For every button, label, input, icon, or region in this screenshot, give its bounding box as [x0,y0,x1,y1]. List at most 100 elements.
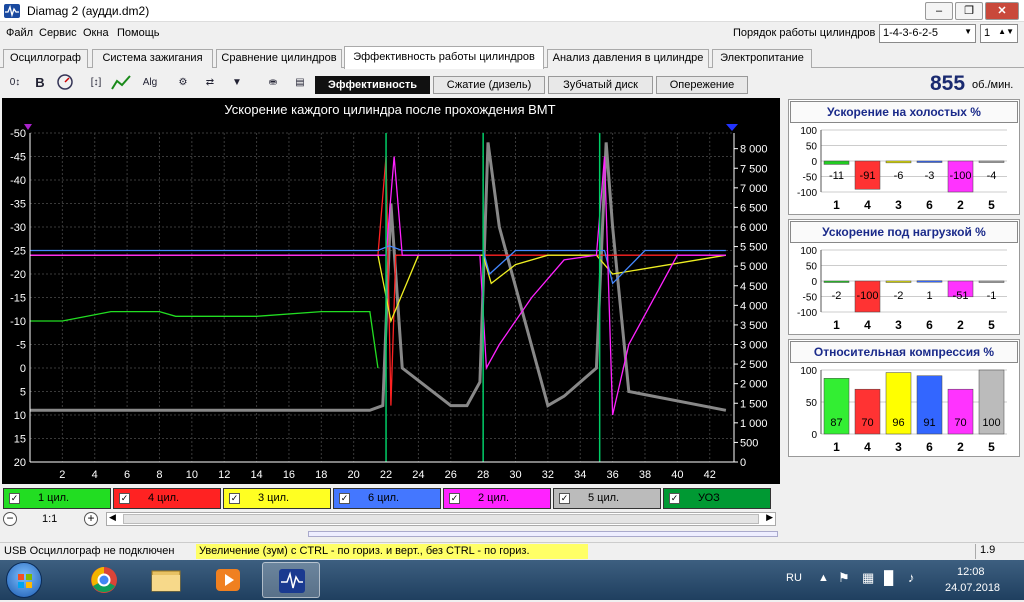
tab-ignition[interactable]: Система зажигания [92,49,213,68]
legend-checkbox[interactable]: ✓ [449,493,460,504]
right-marker-icon[interactable] [726,124,738,131]
cylinder-count-spinner[interactable]: 1 ▲▼ [980,24,1018,43]
close-button[interactable]: ✕ [985,2,1019,20]
tray-expand-icon[interactable]: ▲ [818,572,829,584]
panel-cylinder-label: 3 [895,198,902,212]
splitter[interactable] [308,531,778,537]
legend-checkbox[interactable]: ✓ [229,493,240,504]
legend-item[interactable]: ✓ 5 цил. [553,488,661,509]
panel-bar-value: -2 [832,290,842,302]
filter-icon[interactable]: ▼ [226,73,248,93]
tray-date[interactable]: 24.07.2018 [945,582,1000,594]
offset-icon[interactable]: 0↕ [4,73,26,93]
legend-item[interactable]: ✓ 2 цил. [443,488,551,509]
car-icon[interactable]: ⛂ [262,73,284,93]
distributor-icon[interactable]: ⚙ [172,73,194,93]
taskbar-explorer[interactable] [136,562,196,598]
horizontal-scrollbar[interactable]: ◀ ▶ [106,512,776,526]
subtab-advance[interactable]: Опережение [656,76,748,94]
panel-cylinder-label: 6 [926,318,933,332]
tray-flag-icon[interactable]: ⚑ [838,570,850,586]
status-bar: USB Осциллограф не подключен Увеличение … [0,542,1024,560]
rpm-icon[interactable] [54,73,76,93]
legend-item[interactable]: ✓ 1 цил. [3,488,111,509]
subtab-diesel-compression[interactable]: Сжатие (дизель) [433,76,545,94]
legend-checkbox[interactable]: ✓ [339,493,350,504]
legend-item[interactable]: ✓ 4 цил. [113,488,221,509]
cylinder-number-icon[interactable]: ⇄ [199,73,221,93]
scroll-right-icon[interactable]: ▶ [766,512,773,523]
plot-svg[interactable]: Ускорение каждого цилиндра после прохожд… [2,98,780,484]
menu-help[interactable]: Помощь [117,27,160,39]
cylinder-order-select[interactable]: 1-4-3-6-2-5 ▼ [879,24,976,43]
start-button[interactable] [6,562,42,598]
right-tick-label: 7 500 [740,163,768,175]
y-tick-label: -40 [10,175,26,187]
menu-service[interactable]: Сервис [39,27,77,39]
status-hint: Увеличение (зум) с CTRL - по гориз. и ве… [196,544,588,559]
legend-label: 4 цил. [148,492,180,504]
scroll-thumb[interactable] [123,514,759,524]
plot-grid [30,132,734,463]
algorithm-icon[interactable]: Alg [139,73,161,93]
menu-windows[interactable]: Окна [83,27,109,39]
tab-cylinder-compare[interactable]: Сравнение цилиндров [216,49,342,68]
taskbar-chrome[interactable] [74,562,134,598]
tray-time[interactable]: 12:08 [957,566,985,578]
chart-10-icon[interactable]: ▤ [289,73,311,93]
tab-power-supply[interactable]: Электропитание [712,49,812,68]
subtab-efficiency[interactable]: Эффективность [315,76,430,94]
tab-oscilloscope[interactable]: Осциллограф [3,49,88,68]
right-tick-label: 2 000 [740,379,768,391]
panel-cylinder-label: 5 [988,318,995,332]
x-tick-label: 4 [92,469,98,481]
curve-icon[interactable] [110,73,132,93]
tray-network-icon[interactable]: █ [884,570,893,585]
panel-bar-value: 91 [923,417,935,429]
panel-cylinder-label: 6 [926,198,933,212]
series-line-4 [30,156,726,416]
chevron-down-icon: ▼ [964,27,972,36]
x-tick-label: 36 [606,469,618,481]
panel-y-tick: 0 [811,277,817,288]
series-line-5 [30,142,727,412]
taskbar-diamag[interactable] [262,562,320,598]
menu-file[interactable]: Файл [6,27,33,39]
legend-checkbox[interactable]: ✓ [9,493,20,504]
tab-pressure-analysis[interactable]: Анализ давления в цилиндре [547,49,709,68]
oscillogram-plot[interactable]: Ускорение каждого цилиндра после прохожд… [2,98,780,484]
tray-volume-icon[interactable]: ♪ [908,570,915,585]
subtab-toothed-disk[interactable]: Зубчатый диск [548,76,653,94]
legend-item[interactable]: ✓ 3 цил. [223,488,331,509]
right-tick-label: 6 500 [740,202,768,214]
scroll-left-icon[interactable]: ◀ [109,512,116,523]
bold-icon[interactable]: B [29,73,51,93]
panel-cylinder-label: 3 [895,318,902,332]
legend-checkbox[interactable]: ✓ [119,493,130,504]
panel-y-tick: 0 [811,430,817,441]
restore-button[interactable]: ❐ [955,2,983,20]
x-tick-label: 34 [574,469,586,481]
zoom-out-icon[interactable]: − [3,512,17,526]
x-tick-label: 2 [59,469,65,481]
panel-y-tick: 50 [806,142,818,153]
panel-bar-value: -4 [987,170,997,182]
tray-language[interactable]: RU [786,572,802,584]
panel-y-tick: 0 [811,157,817,168]
title-bar: Diamag 2 (аудди.dm2) – ❐ ✕ [0,0,1024,22]
y-tick-label: 5 [20,387,26,399]
right-tick-label: 3 500 [740,320,768,332]
legend-item[interactable]: ✓ 6 цил. [333,488,441,509]
tab-cylinder-efficiency[interactable]: Эффективность работы цилиндров [344,46,544,69]
zoom-in-icon[interactable]: + [84,512,98,526]
legend-item[interactable]: ✓ УОЗ [663,488,771,509]
taskbar-media-player[interactable] [198,562,258,598]
minimize-button[interactable]: – [925,2,953,20]
panel-bar-value: -100 [856,290,878,302]
tray-windows-icon[interactable]: ▦ [862,570,874,586]
bar-chart: 100 50 0 -50 -100 -2 1 -100 4 -2 3 1 6 -51 2 -1 5 [797,246,1007,332]
scale-icon[interactable]: [↕] [85,73,107,93]
legend-checkbox[interactable]: ✓ [669,493,680,504]
legend-checkbox[interactable]: ✓ [559,493,570,504]
panel-bar [885,160,912,164]
